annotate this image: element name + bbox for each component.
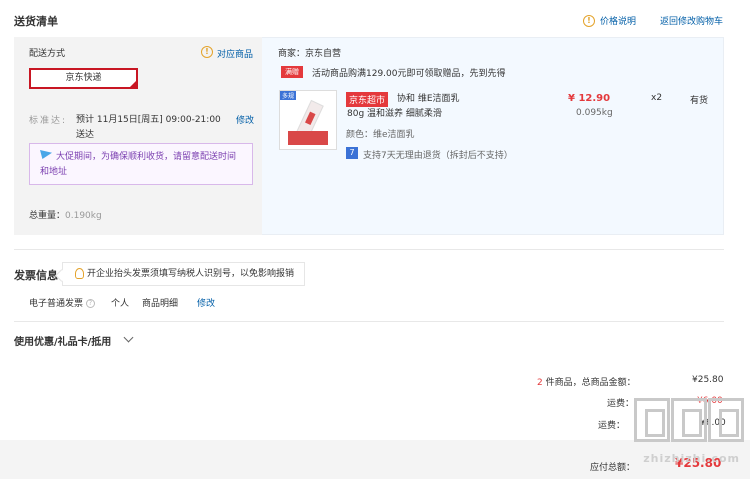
coupon-toggle[interactable]: 使用优惠/礼品卡/抵用 [14, 333, 111, 348]
watermark-text: zhizhizhi.com [643, 452, 740, 465]
stock-status: 有货 [690, 96, 709, 106]
watermark-glyph [671, 398, 707, 442]
goods-count: 2 件商品，总商品金额： [537, 378, 636, 388]
jd-supermarket-badge: 京东超市 [346, 92, 389, 107]
shipping-method-label: 配送方式 [29, 49, 66, 59]
edit-delivery-time-link[interactable]: 修改 [236, 113, 254, 126]
edit-invoice-link[interactable]: 修改 [197, 296, 215, 309]
invoice-title: 发票信息 [14, 269, 58, 282]
info-icon[interactable]: ? [85, 299, 95, 308]
gift-promo-tag: 满赠 [281, 66, 303, 78]
jd-express-option[interactable]: 京东快递 [29, 68, 138, 89]
warning-icon: ! [201, 46, 213, 58]
return-policy-text: 支持7天无理由退货（拆封后不支持） [363, 151, 513, 161]
section-title: 送货清单 [14, 15, 58, 28]
goods-amount: ¥25.80 [692, 375, 724, 385]
divider [14, 249, 724, 250]
notice-text: 大促期间，为确保顺利收货，请留意配送时间和地址 [40, 152, 237, 177]
shipping-fee-label: 运费： [607, 399, 635, 409]
megaphone-icon [40, 150, 52, 159]
product-price: ¥ 12.90 [568, 93, 611, 104]
total-label: 应付总额： [590, 463, 636, 473]
image-tag: 多规 [280, 91, 297, 100]
invoice-type: 电子普通发票 ? [29, 296, 95, 309]
product-color: 颜色：维e洁面乳 [346, 130, 415, 140]
invoice-detail: 商品明细 [142, 299, 179, 309]
match-goods-link[interactable]: 对应商品 [217, 47, 253, 60]
fee-label: 运费： [598, 421, 626, 431]
watermark-glyph [708, 398, 744, 442]
watermark-logo [634, 398, 744, 448]
product-quantity: x2 [651, 93, 663, 103]
divider [14, 321, 724, 322]
lightbulb-icon [75, 268, 84, 279]
total-weight: 总重量：0.190kg [29, 211, 102, 221]
merchant-name: 商家：京东自营 [278, 49, 342, 59]
product-weight: 0.095kg [576, 108, 613, 118]
invoice-tip: 开企业抬头发票须填写纳税人识别号，以免影响报销 [62, 262, 305, 286]
back-to-cart-link[interactable]: 返回修改购物车 [660, 14, 723, 27]
product-image[interactable]: 多规 [279, 90, 337, 150]
price-explain-link[interactable]: 价格说明 [600, 14, 636, 27]
delivery-time: 预计 11月15日[周五] 09:00-21:00 送达 [76, 115, 221, 140]
promo-notice: 大促期间，为确保顺利收货，请留意配送时间和地址 [29, 143, 253, 185]
standard-delivery-label: 标准达: [29, 116, 68, 126]
gift-promo-text: 活动商品购满129.00元即可领取赠品，先到先得 [312, 69, 506, 79]
product-box [288, 131, 328, 145]
watermark-glyph [634, 398, 670, 442]
info-icon: ! [583, 15, 595, 27]
invoice-personal: 个人 [111, 299, 130, 309]
seven-day-return-icon: 7 [346, 147, 358, 159]
